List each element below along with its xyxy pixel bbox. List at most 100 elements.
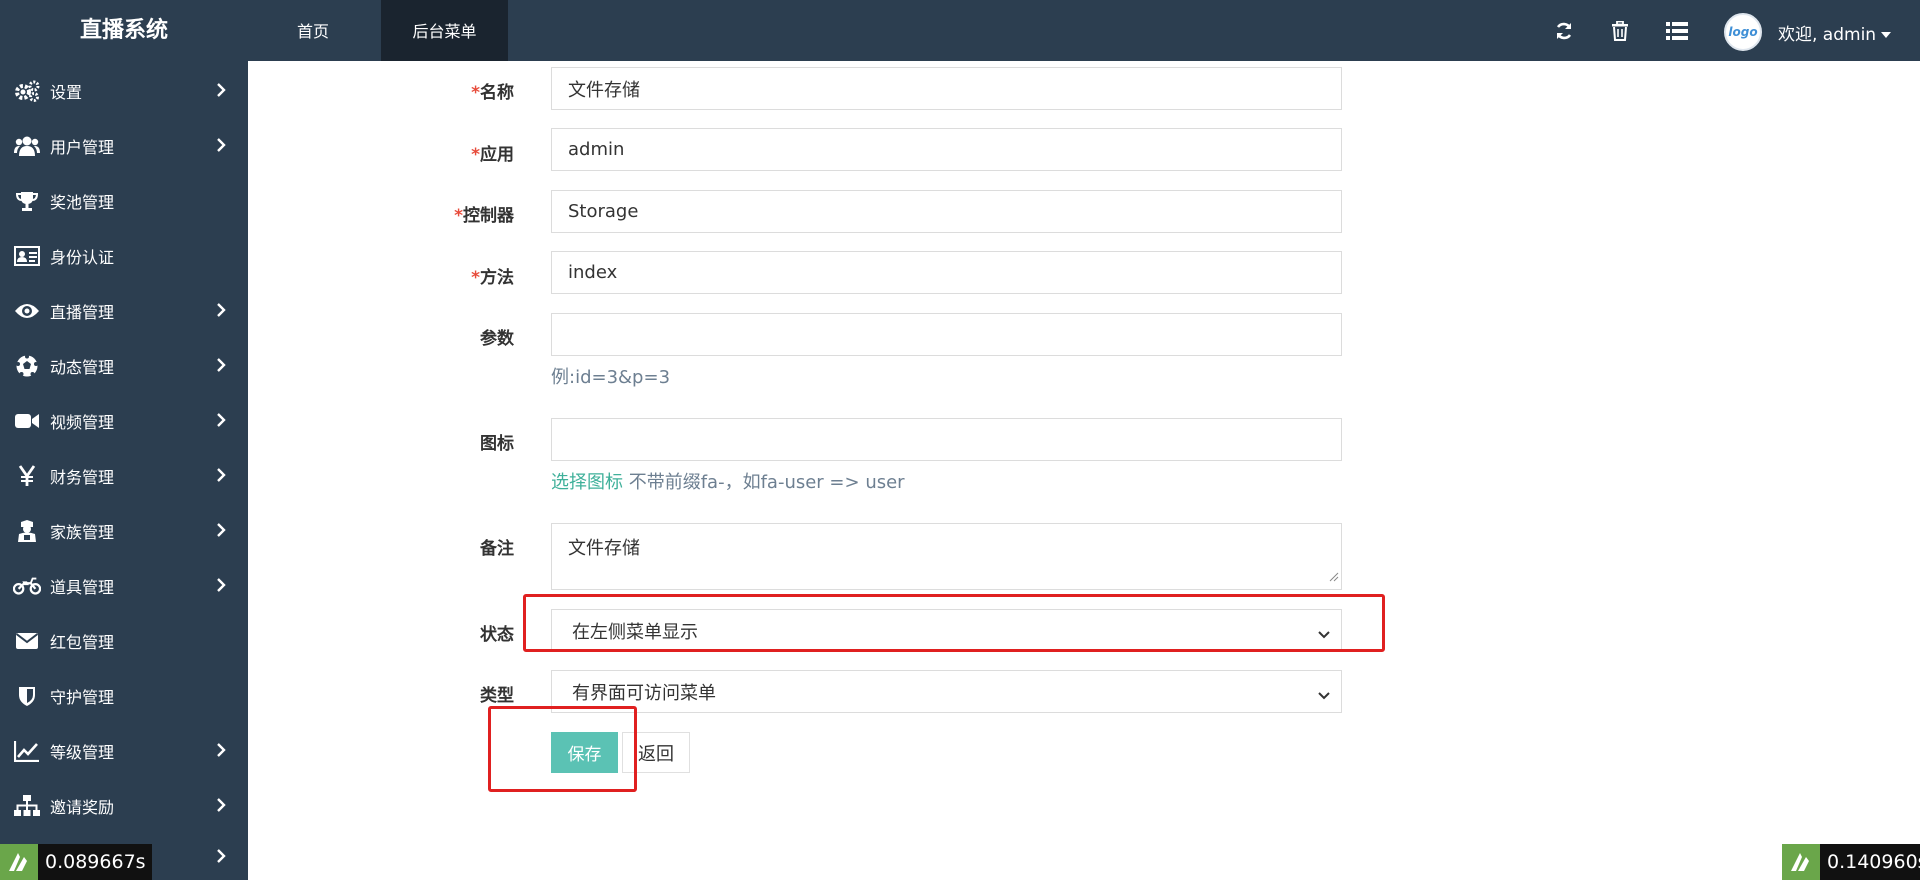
params-help: 例:id=3&p=3	[551, 367, 671, 388]
required-mark: *	[454, 206, 463, 226]
thinkphp-logo-icon	[0, 844, 38, 880]
sidebar-item-label: 等级管理	[50, 742, 115, 762]
top-navbar: 直播系统 首页 后台菜单 logo 欢迎, admin	[0, 0, 1920, 61]
field-value: admin	[568, 139, 625, 160]
type-select[interactable]: 有界面可访问菜单	[551, 670, 1342, 713]
soccer-ball-icon	[13, 352, 41, 380]
sidebar-item-invite[interactable]: 邀请奖励	[0, 778, 248, 833]
remark-textarea[interactable]: 文件存储	[551, 523, 1342, 590]
sidebar-item-label: 道具管理	[50, 577, 115, 597]
icon-field[interactable]	[551, 418, 1342, 461]
app-field[interactable]: admin	[551, 128, 1342, 171]
sidebar-item-label: 邀请奖励	[50, 797, 115, 817]
envelope-icon	[13, 627, 41, 655]
sidebar-item-dynamics[interactable]: 动态管理	[0, 338, 248, 393]
sidebar-item-label: 设置	[50, 82, 83, 102]
welcome-text: 欢迎, admin	[1778, 25, 1877, 45]
required-mark: *	[471, 145, 480, 165]
controller-field[interactable]: Storage	[551, 190, 1342, 233]
tab-home[interactable]: 首页	[268, 0, 358, 61]
name-label: *名称	[384, 78, 514, 103]
sidebar-item-label: 财务管理	[50, 467, 115, 487]
label-text: 名称	[480, 83, 514, 103]
eye-icon	[13, 297, 41, 325]
icon-label: 图标	[480, 434, 514, 454]
sidebar-item-family[interactable]: 家族管理	[0, 503, 248, 558]
sidebar-item-label: 红包管理	[50, 632, 115, 652]
family-icon	[13, 517, 41, 545]
video-camera-icon	[13, 407, 41, 435]
motorcycle-icon	[13, 572, 41, 600]
type-label: 类型	[480, 686, 514, 706]
user-menu[interactable]: 欢迎, admin	[1778, 20, 1892, 45]
chevron-right-icon	[216, 522, 226, 542]
sidebar: 设置 用户管理 奖池管理 身份认证 直播管理 动态管理 视频管理 财务管理 家族…	[0, 61, 248, 880]
debug-timer-value: 0.089667s	[45, 851, 146, 873]
thinkphp-logo-icon	[1782, 844, 1820, 880]
icon-help: 选择图标 不带前缀fa-，如fa-user => user	[551, 468, 905, 494]
chevron-right-icon	[216, 848, 226, 868]
debug-timer-right[interactable]: 0.140960s	[1782, 844, 1920, 880]
sidebar-item-prize-pool[interactable]: 奖池管理	[0, 173, 248, 228]
list-icon[interactable]	[1664, 18, 1690, 44]
trophy-icon	[13, 187, 41, 215]
sidebar-item-label: 视频管理	[50, 412, 115, 432]
label-text: 方法	[480, 268, 514, 288]
sidebar-item-levels[interactable]: 等级管理	[0, 723, 248, 778]
choose-icon-link[interactable]: 选择图标	[551, 472, 623, 493]
required-mark: *	[471, 268, 480, 288]
id-card-icon	[13, 242, 41, 270]
label-text: 应用	[480, 145, 514, 165]
sidebar-item-live[interactable]: 直播管理	[0, 283, 248, 338]
method-label: *方法	[384, 263, 514, 288]
sidebar-item-label: 奖池管理	[50, 192, 115, 212]
users-icon	[13, 132, 41, 160]
chevron-right-icon	[216, 412, 226, 432]
field-value: index	[568, 262, 618, 283]
tab-backend-menu[interactable]: 后台菜单	[381, 0, 508, 61]
sidebar-item-label: 用户管理	[50, 137, 115, 157]
params-label: 参数	[480, 329, 514, 349]
highlight-box-status	[523, 594, 1385, 652]
refresh-icon[interactable]	[1551, 18, 1577, 44]
sidebar-item-red-packet[interactable]: 红包管理	[0, 613, 248, 668]
app-label: *应用	[384, 140, 514, 165]
chevron-right-icon	[216, 742, 226, 762]
chevron-right-icon	[216, 467, 226, 487]
sidebar-item-video[interactable]: 视频管理	[0, 393, 248, 448]
sitemap-icon	[13, 792, 41, 820]
yen-icon	[13, 462, 41, 490]
sidebar-item-label: 身份认证	[50, 247, 115, 267]
sidebar-item-label: 动态管理	[50, 357, 115, 377]
sidebar-item-guard[interactable]: 守护管理	[0, 668, 248, 723]
shield-icon	[13, 682, 41, 710]
field-value: 文件存储	[568, 538, 640, 559]
trash-icon[interactable]	[1607, 18, 1633, 44]
name-field[interactable]: 文件存储	[551, 67, 1342, 110]
field-value: Storage	[568, 201, 639, 222]
status-label: 状态	[480, 625, 514, 645]
sidebar-item-settings[interactable]: 设置	[0, 63, 248, 118]
sidebar-item-users[interactable]: 用户管理	[0, 118, 248, 173]
resize-grip-icon[interactable]	[1329, 566, 1339, 587]
method-field[interactable]: index	[551, 251, 1342, 294]
sidebar-item-finance[interactable]: 财务管理	[0, 448, 248, 503]
field-value: 文件存储	[568, 79, 640, 101]
sidebar-item-label: 直播管理	[50, 302, 115, 322]
brand-title[interactable]: 直播系统	[0, 0, 248, 61]
icon-help-text: 不带前缀fa-，如fa-user => user	[623, 472, 905, 493]
chevron-down-icon	[1317, 685, 1331, 706]
avatar[interactable]: logo	[1724, 13, 1762, 51]
cogs-icon	[13, 77, 41, 105]
chevron-right-icon	[216, 797, 226, 817]
chevron-right-icon	[216, 357, 226, 377]
chevron-right-icon	[216, 302, 226, 322]
selected-value: 有界面可访问菜单	[572, 682, 716, 704]
sidebar-item-identity[interactable]: 身份认证	[0, 228, 248, 283]
remark-label: 备注	[480, 539, 514, 559]
sidebar-item-props[interactable]: 道具管理	[0, 558, 248, 613]
debug-timer-left[interactable]: 0.089667s	[0, 844, 152, 880]
params-field[interactable]	[551, 313, 1342, 356]
sidebar-item-label: 守护管理	[50, 687, 115, 707]
chevron-right-icon	[216, 137, 226, 157]
